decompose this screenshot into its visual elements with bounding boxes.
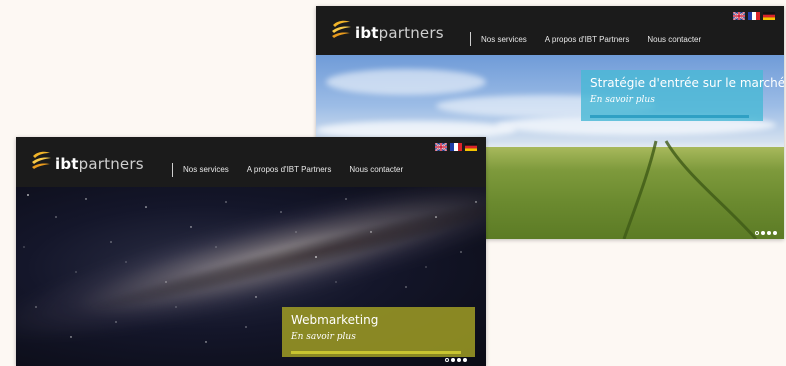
slide-caption: Webmarketing En savoir plus [282, 307, 475, 357]
ibt-logo[interactable]: ibtpartners [330, 19, 444, 41]
nav-divider [470, 32, 471, 46]
uk-flag-icon[interactable] [733, 12, 745, 20]
nav-item-services[interactable]: Nos services [481, 35, 527, 44]
caption-title: Stratégie d'entrée sur le marché [590, 76, 784, 90]
main-nav: Nos services A propos d'IBT Partners Nou… [481, 35, 701, 44]
slide-dot[interactable] [761, 231, 765, 235]
caption-title: Webmarketing [291, 313, 379, 327]
caption-progress-bar [590, 115, 749, 118]
france-flag-icon[interactable] [450, 143, 462, 151]
slide-dot[interactable] [457, 358, 461, 362]
france-flag-icon[interactable] [748, 12, 760, 20]
swoosh-icon [32, 151, 51, 169]
main-nav: Nos services A propos d'IBT Partners Nou… [183, 165, 403, 174]
slide-dot[interactable] [767, 231, 771, 235]
logo-text: ibtpartners [55, 155, 144, 173]
germany-flag-icon[interactable] [465, 143, 477, 151]
slider-pagination [445, 358, 467, 362]
language-switcher [733, 12, 775, 20]
slide-dot[interactable] [755, 231, 759, 235]
ibt-logo[interactable]: ibtpartners [30, 150, 144, 172]
germany-flag-icon[interactable] [763, 12, 775, 20]
slider-pagination [755, 231, 777, 235]
site-header: ibtpartners Nos services A propos d'IBT … [16, 137, 486, 187]
uk-flag-icon[interactable] [435, 143, 447, 151]
slide-dot[interactable] [773, 231, 777, 235]
swoosh-icon [332, 20, 351, 38]
slide-dot[interactable] [463, 358, 467, 362]
slide-caption: Stratégie d'entrée sur le marché En savo… [581, 70, 784, 121]
screenshot-webmarketing: Webmarketing En savoir plus ibtpartners … [16, 137, 486, 366]
nav-item-services[interactable]: Nos services [183, 165, 229, 174]
nav-item-about[interactable]: A propos d'IBT Partners [545, 35, 630, 44]
caption-progress-bar [291, 351, 461, 354]
nav-item-contact[interactable]: Nous contacter [349, 165, 403, 174]
nav-item-contact[interactable]: Nous contacter [647, 35, 701, 44]
read-more-link[interactable]: En savoir plus [590, 95, 754, 105]
site-header: ibtpartners Nos services A propos d'IBT … [316, 6, 784, 55]
nav-item-about[interactable]: A propos d'IBT Partners [247, 165, 332, 174]
language-switcher [435, 143, 477, 151]
logo-text: ibtpartners [355, 24, 444, 42]
slide-dot[interactable] [445, 358, 449, 362]
hero-slider: Webmarketing En savoir plus [16, 187, 486, 366]
slide-dot[interactable] [451, 358, 455, 362]
read-more-link[interactable]: En savoir plus [291, 332, 466, 342]
nav-divider [172, 163, 173, 177]
